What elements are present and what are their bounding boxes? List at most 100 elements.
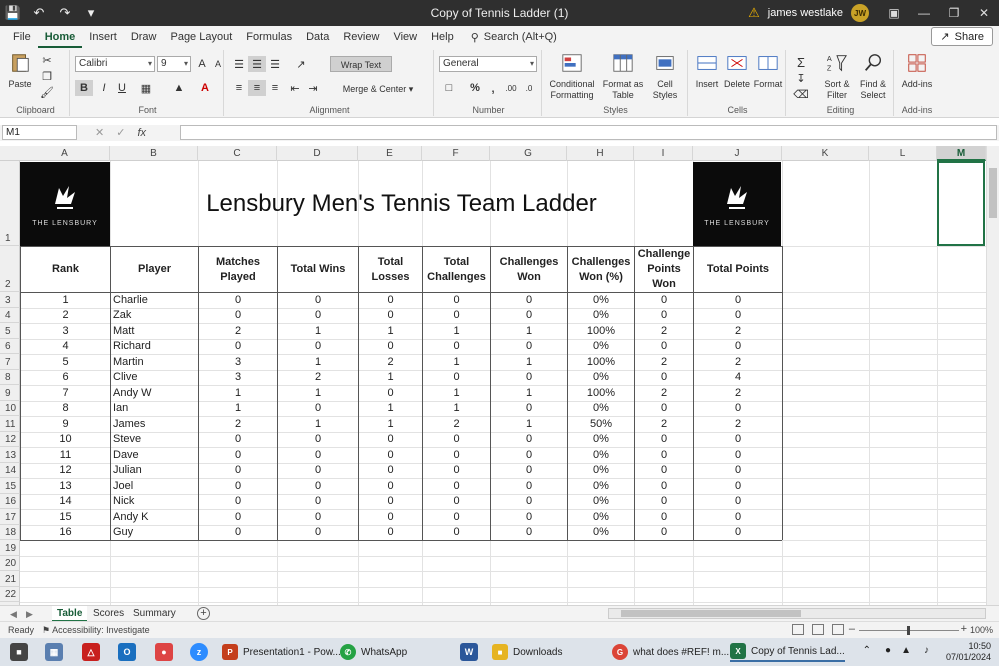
share-button[interactable]: ↗ Share <box>931 27 993 46</box>
ribbon-display-icon[interactable]: ▣ <box>879 0 909 26</box>
table-cell[interactable]: 0 <box>635 339 693 355</box>
table-cell[interactable]: 0 <box>359 432 422 448</box>
table-cell[interactable]: 1 <box>491 416 567 432</box>
table-cell[interactable]: 0 <box>694 292 782 308</box>
conditional-formatting-button[interactable]: Conditional Formatting <box>546 52 598 101</box>
table-cell[interactable]: 0 <box>278 308 358 324</box>
sheet-tab-table[interactable]: Table <box>52 606 88 622</box>
table-cell[interactable]: Andy K <box>111 509 198 525</box>
table-cell[interactable]: 0 <box>359 509 422 525</box>
table-cell[interactable]: 0 <box>359 308 422 324</box>
table-cell[interactable]: 1 <box>491 385 567 401</box>
table-cell[interactable]: 0 <box>491 401 567 417</box>
table-cell[interactable]: 50% <box>568 416 634 432</box>
row-header-14[interactable]: 14 <box>0 462 20 478</box>
table-cell[interactable]: 6 <box>21 370 110 386</box>
network-icon[interactable]: ▲ <box>901 645 911 656</box>
table-cell[interactable]: 0 <box>199 432 277 448</box>
table-cell[interactable]: 0% <box>568 401 634 417</box>
column-header-k[interactable]: K <box>782 146 869 161</box>
row-header-18[interactable]: 18 <box>0 524 20 540</box>
table-cell[interactable]: 3 <box>199 370 277 386</box>
table-cell[interactable]: 0 <box>694 339 782 355</box>
decrease-decimal-icon[interactable]: .0 <box>520 80 538 96</box>
table-cell[interactable]: 0% <box>568 494 634 510</box>
table-header-cell[interactable]: Total Points <box>694 247 782 292</box>
table-cell[interactable]: 0 <box>635 370 693 386</box>
table-cell[interactable]: 0 <box>278 432 358 448</box>
zoom-app-icon[interactable]: z <box>190 643 208 661</box>
taskbar-excel[interactable]: X Copy of Tennis Lad... <box>730 642 845 662</box>
table-cell[interactable]: 0 <box>359 494 422 510</box>
tab-file[interactable]: File <box>6 26 38 48</box>
table-cell[interactable]: Dave <box>111 447 198 463</box>
table-cell[interactable]: 2 <box>635 416 693 432</box>
table-cell[interactable]: 0 <box>635 447 693 463</box>
table-cell[interactable]: Richard <box>111 339 198 355</box>
row-header-16[interactable]: 16 <box>0 493 20 509</box>
fill-icon[interactable]: ↧ <box>792 70 810 86</box>
decrease-indent-icon[interactable]: ⇤ <box>286 80 304 96</box>
tab-page-layout[interactable]: Page Layout <box>163 26 239 48</box>
save-icon[interactable]: 💾 <box>0 0 26 26</box>
table-cell[interactable]: 0 <box>199 447 277 463</box>
table-cell[interactable]: 0 <box>199 525 277 541</box>
column-header-b[interactable]: B <box>110 146 198 161</box>
table-cell[interactable]: Andy W <box>111 385 198 401</box>
table-cell[interactable]: 0 <box>635 308 693 324</box>
tab-help[interactable]: Help <box>424 26 461 48</box>
customize-toolbar-icon[interactable]: ▾ <box>78 0 104 26</box>
table-cell[interactable]: 0 <box>694 308 782 324</box>
warning-icon[interactable]: ⚠ <box>748 5 760 21</box>
table-cell[interactable]: 1 <box>359 323 422 339</box>
copy-icon[interactable]: ❐ <box>38 68 56 84</box>
table-cell[interactable]: 0 <box>359 385 422 401</box>
table-header-cell[interactable]: Player <box>111 247 198 292</box>
format-cells-button[interactable]: Format <box>752 52 784 90</box>
table-cell[interactable]: 0 <box>491 509 567 525</box>
table-cell[interactable]: 2 <box>21 308 110 324</box>
tab-data[interactable]: Data <box>299 26 336 48</box>
table-cell[interactable]: 2 <box>694 416 782 432</box>
restore-icon[interactable]: ❐ <box>939 0 969 26</box>
horizontal-scroll-thumb[interactable] <box>621 610 801 617</box>
page-break-view-icon[interactable] <box>832 624 844 635</box>
table-cell[interactable]: Steve <box>111 432 198 448</box>
table-cell[interactable]: 0 <box>423 494 490 510</box>
row-header-17[interactable]: 17 <box>0 509 20 525</box>
column-header-d[interactable]: D <box>277 146 358 161</box>
table-cell[interactable]: 0 <box>359 447 422 463</box>
format-painter-icon[interactable]: 🖌 <box>38 84 56 100</box>
table-cell[interactable]: 0 <box>491 292 567 308</box>
name-box[interactable]: M1 <box>2 125 77 140</box>
table-cell[interactable]: 3 <box>199 354 277 370</box>
table-cell[interactable]: 0 <box>423 447 490 463</box>
zoom-level[interactable]: 100% <box>970 625 993 635</box>
column-header-h[interactable]: H <box>567 146 634 161</box>
column-header-i[interactable]: I <box>634 146 693 161</box>
table-cell[interactable]: 0 <box>423 478 490 494</box>
table-header-cell[interactable]: Total Challenges <box>423 247 490 292</box>
table-cell[interactable]: 0 <box>694 401 782 417</box>
table-cell[interactable]: 0% <box>568 463 634 479</box>
column-header-j[interactable]: J <box>693 146 782 161</box>
table-cell[interactable]: 0 <box>694 494 782 510</box>
format-as-table-button[interactable]: Format as Table <box>602 52 644 101</box>
table-header-cell[interactable]: Challenge Points Won <box>635 247 693 292</box>
table-cell[interactable]: 0 <box>278 401 358 417</box>
table-cell[interactable]: 2 <box>694 385 782 401</box>
table-cell[interactable]: 0 <box>694 478 782 494</box>
accounting-icon[interactable]: □ <box>440 80 458 96</box>
tab-home[interactable]: Home <box>37 26 83 48</box>
table-cell[interactable]: 0 <box>359 339 422 355</box>
zoom-out-icon[interactable]: – <box>849 623 855 635</box>
table-cell[interactable]: 0 <box>694 447 782 463</box>
table-cell[interactable]: 1 <box>423 401 490 417</box>
next-sheet-icon[interactable]: ▶ <box>26 606 33 622</box>
table-cell[interactable]: 2 <box>635 323 693 339</box>
table-cell[interactable]: 0 <box>635 463 693 479</box>
table-cell[interactable]: 0 <box>359 478 422 494</box>
enter-icon[interactable]: ✓ <box>116 126 125 139</box>
table-cell[interactable]: 1 <box>359 401 422 417</box>
row-header-19[interactable]: 19 <box>0 540 20 556</box>
